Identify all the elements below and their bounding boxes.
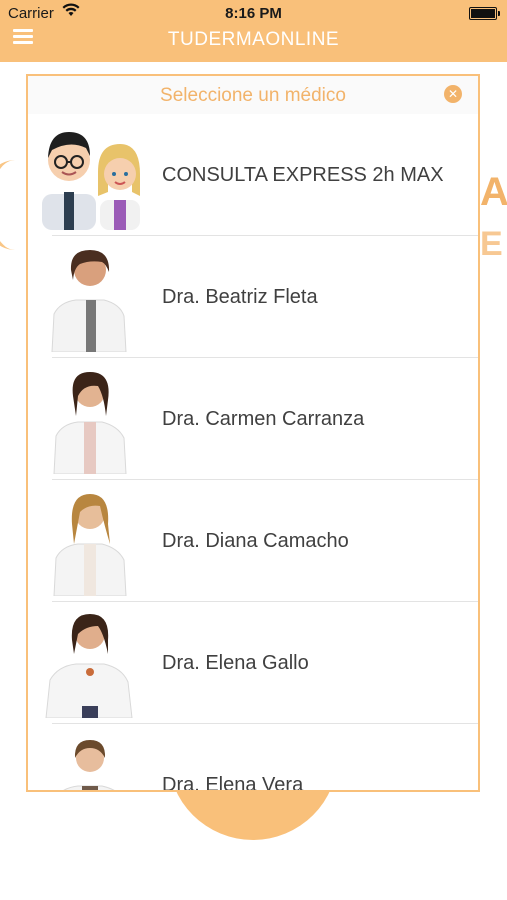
doctor-photo <box>40 488 140 596</box>
doctor-name: CONSULTA EXPRESS 2h MAX <box>162 164 444 186</box>
modal-title: Seleccione un médico <box>160 85 346 106</box>
doctor-name: Dra. Elena Vera <box>162 774 304 792</box>
doctor-select-modal: Seleccione un médico ✕ CONSULTA EXPRESS … <box>26 74 480 792</box>
doctor-photo <box>40 732 140 790</box>
doctor-photo <box>40 366 140 474</box>
battery-icon <box>469 7 500 20</box>
doctor-row-consulta-express[interactable]: CONSULTA EXPRESS 2h MAX <box>28 114 478 236</box>
doctor-name: Dra. Beatriz Fleta <box>162 286 318 308</box>
doctor-row[interactable]: Dra. Beatriz Fleta <box>28 236 478 358</box>
close-icon[interactable]: ✕ <box>444 85 462 103</box>
doctor-name: Dra. Carmen Carranza <box>162 408 365 430</box>
app-title: TUDERMAONLINE <box>167 29 340 50</box>
doctor-name: Dra. Elena Gallo <box>162 652 309 674</box>
doctor-row[interactable]: Dra. Elena Vera <box>28 724 478 792</box>
doctor-list: CONSULTA EXPRESS 2h MAX Dra. Beatriz Fle… <box>28 114 478 792</box>
doctor-photo <box>40 610 140 718</box>
status-bar: Carrier 8:16 PM <box>0 0 507 26</box>
doctor-photo <box>40 244 140 352</box>
doctors-cartoon-avatar <box>40 122 140 230</box>
doctor-row[interactable]: Dra. Carmen Carranza <box>28 358 478 480</box>
doctor-row[interactable]: Dra. Diana Camacho <box>28 480 478 602</box>
background-logo-fragment: A <box>480 170 507 214</box>
modal-header: Seleccione un médico ✕ <box>28 76 478 114</box>
clock: 8:16 PM <box>225 5 282 22</box>
top-bar: Carrier 8:16 PM TUDERMAONLINE <box>0 0 507 62</box>
background-logo-fragment: E <box>480 225 503 263</box>
doctor-row[interactable]: Dra. Elena Gallo <box>28 602 478 724</box>
doctor-name: Dra. Diana Camacho <box>162 530 349 552</box>
